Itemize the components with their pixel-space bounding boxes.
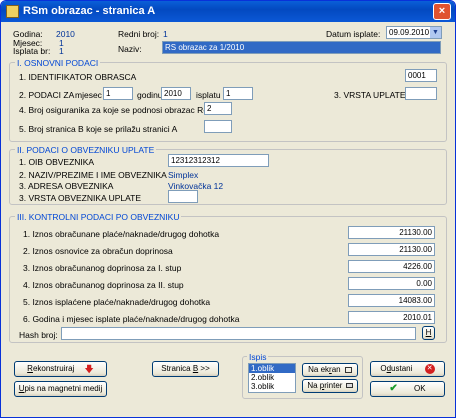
naziv-input[interactable]: RS obrazac za 1/2010 bbox=[162, 41, 441, 54]
kontrolni-row-label: 4. Iznos obračunanog doprinosa za II. st… bbox=[23, 280, 184, 290]
datum-isplate-value: 09.09.2010 bbox=[389, 28, 430, 37]
close-button[interactable]: × bbox=[433, 3, 451, 20]
vrsta-obveznika-label: 3. VRSTA OBVEZNIKA UPLATE bbox=[19, 193, 142, 203]
hash-input[interactable] bbox=[61, 327, 416, 340]
naziv-obveznika-value: Simplex bbox=[168, 170, 199, 180]
hash-button[interactable]: H bbox=[422, 326, 435, 340]
isplatu-label: isplatu bbox=[196, 90, 221, 100]
godinu-label: godinu bbox=[137, 90, 163, 100]
na-ekran-button[interactable]: Na ekran bbox=[302, 363, 358, 377]
kontrolni-row-input[interactable]: 2010.01 bbox=[348, 311, 435, 324]
isplata-value: 1 bbox=[59, 46, 64, 56]
naziv-label: Naziv: bbox=[118, 44, 142, 54]
podaci-za-label: 2. PODACI ZA bbox=[19, 90, 75, 100]
isplatu-input[interactable]: 1 bbox=[223, 87, 253, 100]
isplata-label: Isplata br: bbox=[13, 46, 51, 56]
na-printer-button[interactable]: Na printer bbox=[302, 379, 358, 393]
ispis-oblik-list[interactable]: 1.oblik 2.oblik 3.oblik bbox=[248, 363, 296, 393]
redni-broj-value: 1 bbox=[163, 29, 168, 39]
oib-input[interactable]: 12312312312 bbox=[168, 154, 269, 167]
adresa-obveznika-label: 3. ADRESA OBVEZNIKA bbox=[19, 181, 114, 191]
kontrolni-row-label: 3. Iznos obračunanog doprinosa za I. stu… bbox=[23, 263, 182, 273]
naziv-obveznika-label: 2. NAZIV/PREZIME I IME OBVEZNIKA bbox=[19, 170, 167, 180]
list-item[interactable]: 2.oblik bbox=[249, 373, 295, 382]
broj-stranica-input[interactable] bbox=[204, 120, 232, 133]
kontrolni-row-input[interactable]: 0.00 bbox=[348, 277, 435, 290]
mjesec-input[interactable]: 1 bbox=[103, 87, 133, 100]
window-title: RSm obrazac - stranica A bbox=[23, 5, 156, 17]
ispis-title: Ispis bbox=[247, 352, 269, 362]
redni-broj-label: Redni broj: bbox=[118, 29, 160, 39]
kontrolni-row-label: 5. Iznos isplaćene plaće/naknade/drugog … bbox=[23, 297, 211, 307]
kontrolni-row-input[interactable]: 14083.00 bbox=[348, 294, 435, 307]
kontrolni-row-input[interactable]: 21130.00 bbox=[348, 243, 435, 256]
section-osnovni-title: I. OSNOVNI PODACI bbox=[15, 58, 101, 68]
odustani-button[interactable]: Odustani ✕ bbox=[370, 361, 445, 377]
hash-label: Hash broj: bbox=[19, 330, 58, 340]
monitor-icon bbox=[344, 366, 352, 373]
app-icon bbox=[6, 5, 19, 18]
upis-na-medij-button[interactable]: Upis na magnetni medij bbox=[14, 381, 107, 397]
vrsta-obveznika-input[interactable] bbox=[168, 190, 198, 203]
kontrolni-row-label: 2. Iznos osnovice za obračun doprinosa bbox=[23, 246, 173, 256]
identifikator-input[interactable]: 0001 bbox=[405, 69, 437, 82]
identifikator-label: 1. IDENTIFIKATOR OBRASCA bbox=[19, 72, 137, 82]
printer-icon bbox=[345, 383, 353, 389]
section-kontrolni-title: III. KONTROLNI PODACI PO OBVEZNIKU bbox=[15, 212, 182, 222]
datum-isplate-combo[interactable]: 09.09.2010 ▼ bbox=[386, 26, 442, 39]
broj-osiguranika-label: 4. Broj osiguranika za koje se podnosi o… bbox=[19, 105, 212, 115]
kontrolni-row-input[interactable]: 4226.00 bbox=[348, 260, 435, 273]
vrsta-uplate-input[interactable] bbox=[405, 87, 437, 100]
datum-isplate-label: Datum isplate: bbox=[326, 29, 381, 39]
list-item[interactable]: 3.oblik bbox=[249, 382, 295, 391]
broj-stranica-label: 5. Broj stranica B koje se prilažu stran… bbox=[19, 124, 178, 134]
mjesec-field-label: mjesec bbox=[75, 90, 102, 100]
checkmark-icon: ✔ bbox=[389, 383, 398, 394]
godinu-input[interactable]: 2010 bbox=[161, 87, 191, 100]
chevron-down-icon[interactable]: ▼ bbox=[430, 27, 441, 38]
vrsta-uplate-label: 3. VRSTA UPLATE bbox=[334, 90, 406, 100]
kontrolni-row-label: 1. Iznos obračunane plaće/naknade/drugog… bbox=[23, 229, 220, 239]
kontrolni-row-input[interactable]: 21130.00 bbox=[348, 226, 435, 239]
stranica-b-button[interactable]: Stranica B >> bbox=[152, 361, 219, 377]
broj-osiguranika-input[interactable]: 2 bbox=[204, 102, 232, 115]
ok-button[interactable]: ✔ OK bbox=[370, 381, 445, 397]
list-item[interactable]: 1.oblik bbox=[249, 364, 295, 373]
section-obveznik-title: II. PODACI O OBVEZNIKU UPLATE bbox=[15, 145, 157, 155]
cancel-icon: ✕ bbox=[424, 363, 435, 374]
arrow-down-icon: 🡇 bbox=[84, 364, 94, 374]
rekonstruiraj-button[interactable]: Rekonstruiraj 🡇 bbox=[14, 361, 107, 377]
title-bar[interactable]: RSm obrazac - stranica A × bbox=[1, 1, 455, 22]
oib-label: 1. OIB OBVEZNIKA bbox=[19, 157, 95, 167]
main-window: RSm obrazac - stranica A × Godina: 2010 … bbox=[0, 0, 456, 418]
kontrolni-row-label: 6. Godina i mjesec isplate plaće/naknade… bbox=[23, 314, 240, 324]
